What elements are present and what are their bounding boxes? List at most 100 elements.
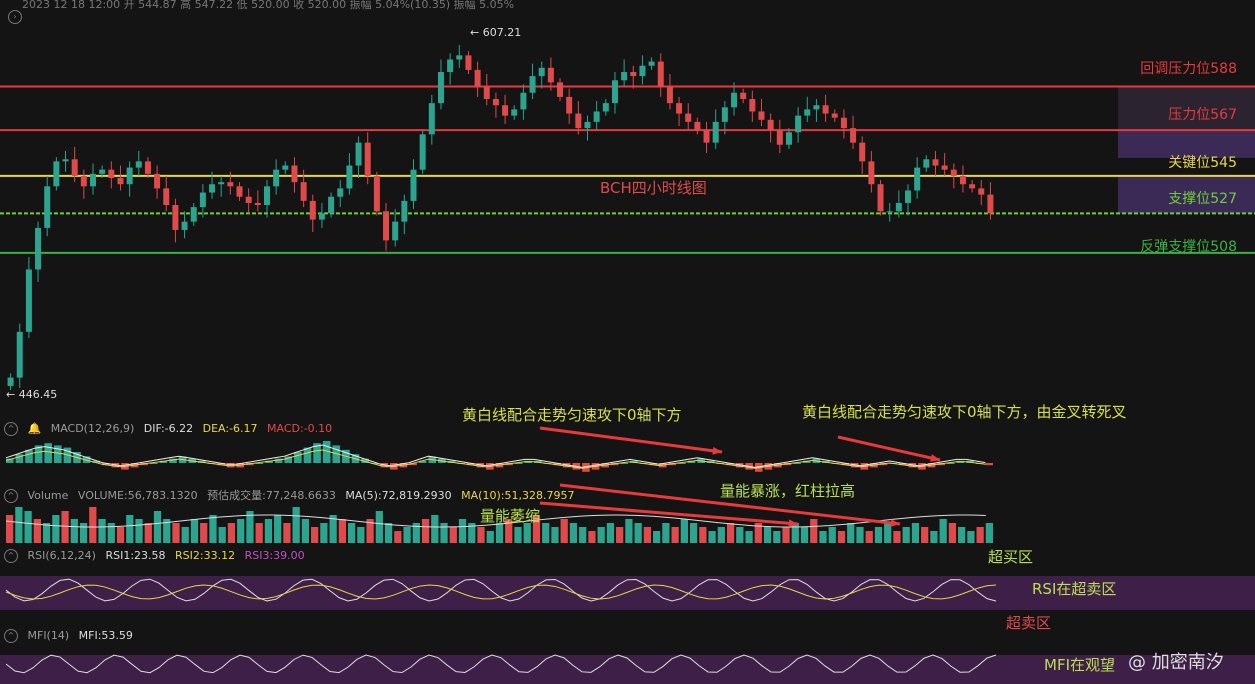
- volume-bar: [939, 519, 947, 543]
- candle-body: [99, 169, 106, 174]
- candle-body: [80, 175, 87, 187]
- macd-dea-line: [5, 449, 986, 469]
- volume-bar: [976, 527, 984, 543]
- rsi1-value: RSI1:23.58: [105, 549, 166, 562]
- volume-bar: [421, 519, 430, 543]
- overbought-label: 超买区: [988, 548, 1034, 566]
- candle-body: [886, 211, 893, 213]
- candle-body: [767, 119, 774, 131]
- candle-body: [703, 130, 710, 143]
- candle-body: [740, 92, 747, 99]
- candle-body: [401, 200, 408, 222]
- volume-bar: [579, 527, 587, 543]
- volume-bar: [958, 527, 966, 543]
- candle-body: [410, 169, 417, 201]
- volume-bar: [70, 519, 78, 543]
- volume-bar: [98, 519, 106, 543]
- collapse-icon[interactable]: ^: [4, 422, 18, 436]
- candle-body: [328, 196, 335, 214]
- candle-body: [969, 184, 976, 189]
- volume-bar: [597, 527, 605, 543]
- volume-bar: [643, 527, 652, 543]
- volume-bar: [495, 523, 504, 543]
- macd-note-2: 黄白线配合走势匀速攻下0轴下方，由金叉转死叉: [802, 403, 1127, 421]
- candle-body: [813, 105, 820, 110]
- volume-bar: [523, 523, 531, 543]
- candle-body: [474, 69, 481, 87]
- macd-dif: DIF:-6.22: [143, 422, 194, 435]
- candle-body: [383, 211, 390, 241]
- volume-bar: [810, 519, 818, 543]
- chart-stage: 2023 12 18 12:00 开 544.87 高 547.22 低 520…: [0, 0, 1255, 684]
- candle-body: [666, 86, 673, 104]
- candle-body: [877, 184, 884, 212]
- macd-bar: [44, 443, 53, 463]
- volume-bar: [726, 523, 735, 543]
- volume-bar: [736, 527, 744, 543]
- volume-bar: [181, 527, 189, 543]
- volume-bar: [689, 523, 698, 543]
- volume-bar: [717, 527, 725, 543]
- candle-body: [923, 159, 930, 168]
- volume-bar: [680, 519, 688, 543]
- candle-body: [520, 92, 527, 110]
- volume-bar: [283, 523, 291, 543]
- candle-body: [163, 188, 170, 206]
- bell-icon[interactable]: 🔔: [28, 422, 42, 435]
- volume-bar: [671, 527, 679, 543]
- volume-bar: [301, 519, 310, 543]
- candle-body: [172, 205, 179, 230]
- mfi-value: MFI:53.59: [78, 629, 133, 642]
- volume-bar: [384, 523, 393, 543]
- volume-bar: [458, 519, 467, 543]
- candle-body: [428, 103, 435, 135]
- candle-body: [254, 202, 261, 206]
- macd-bar: [25, 449, 33, 463]
- volume-bar: [375, 511, 383, 543]
- volume-bar: [967, 531, 975, 543]
- ohlc-header: 2023 12 18 12:00 开 544.87 高 547.22 低 520…: [22, 0, 515, 11]
- collapse-icon[interactable]: ^: [4, 549, 18, 563]
- collapse-icon[interactable]: ^: [4, 629, 18, 643]
- volume-bar: [902, 527, 910, 543]
- volume-note-2: 量能暴涨，红柱拉高: [720, 482, 856, 500]
- candle-body: [987, 194, 994, 214]
- candle-body: [721, 107, 728, 122]
- candle-body: [639, 65, 646, 77]
- high-marker-value: 607.21: [482, 26, 522, 39]
- expand-icon[interactable]: ›: [8, 10, 22, 24]
- candle-body: [364, 142, 371, 176]
- volume-bar: [89, 507, 97, 543]
- collapse-icon[interactable]: ^: [4, 489, 18, 503]
- volume-bar: [763, 527, 772, 543]
- level-label-508: 反弹支撑位508: [1140, 239, 1237, 255]
- candle-body: [465, 55, 472, 70]
- volume-bar: [588, 531, 596, 543]
- volume-estimate: 预估成交量:77,248.6633: [207, 489, 336, 502]
- candle-body: [35, 227, 42, 270]
- candle-body: [245, 196, 252, 203]
- volume-bar: [218, 527, 226, 543]
- candle-body: [804, 109, 811, 116]
- candle-body: [483, 86, 490, 99]
- volume-bar: [930, 531, 938, 543]
- macd-bar: [985, 463, 993, 466]
- volume-bar: [237, 519, 245, 543]
- candle-body: [291, 165, 298, 183]
- level-label-545: 关键位545: [1168, 155, 1237, 171]
- volume-bar: [347, 523, 356, 543]
- volume-bar: [190, 519, 199, 543]
- candle-body: [236, 186, 243, 197]
- candle-body: [685, 113, 692, 122]
- candle-body: [630, 71, 637, 77]
- candle-body: [89, 173, 96, 187]
- candle-body: [959, 175, 966, 185]
- candle-body: [437, 71, 444, 104]
- volume-bar: [884, 523, 892, 543]
- volume-bar: [625, 519, 633, 543]
- volume-bar: [33, 519, 41, 543]
- volume-bar: [662, 523, 670, 543]
- rsi3-value: RSI3:39.00: [244, 549, 305, 562]
- volume-bar: [107, 523, 115, 543]
- candle-body: [657, 61, 664, 87]
